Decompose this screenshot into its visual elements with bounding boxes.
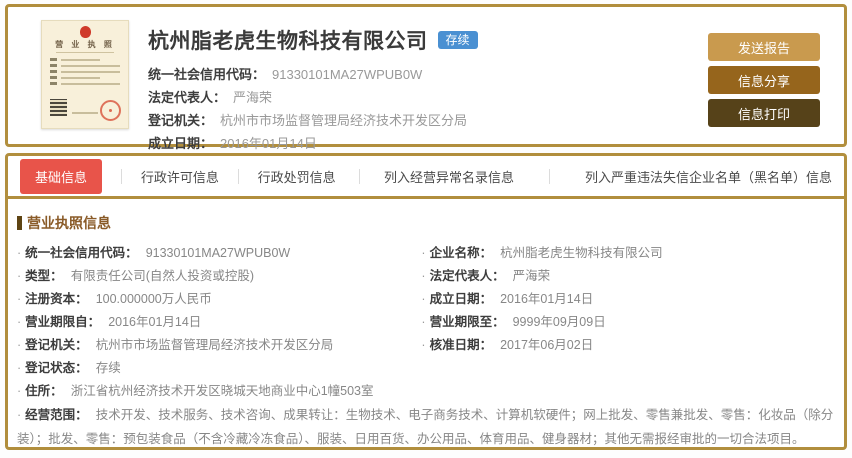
header-field-legal-rep: 法定代表人： 严海荣 xyxy=(148,90,273,105)
info-column-right: · 企业名称： 杭州脂老虎生物科技有限公司 · 法定代表人： 严海荣 · 成立日期： 201… xyxy=(421,242,834,380)
send-report-button[interactable]: 发送报告 xyxy=(708,33,820,61)
license-thumb-title: 营 业 执 照 xyxy=(55,40,115,49)
national-emblem-icon xyxy=(79,26,91,38)
company-name: 杭州脂老虎生物科技有限公司 xyxy=(148,30,428,53)
tab-serious-violation-blacklist[interactable]: 列入严重违法失信企业名单（黑名单）信息 xyxy=(585,167,832,186)
field-registered-capital: · 注册资本： 100.000000万人民币 xyxy=(17,292,212,306)
tab-bar: 基础信息 行政许可信息 行政处罚信息 列入经营异常名录信息 列入严重违法失信企业… xyxy=(8,156,844,199)
field-legal-rep: · 法定代表人： 严海荣 xyxy=(421,269,551,283)
field-term-from: · 营业期限自： 2016年01月14日 xyxy=(17,315,202,329)
field-registration-status: · 登记状态： 存续 xyxy=(17,361,121,375)
header-field-credit-code: 统一社会信用代码： 91330101MA27WPUB0W xyxy=(148,67,423,82)
company-header-card: 营 业 执 照 杭州脂老虎生物科技有限公司 存续 统一社会信用代码： 913301… xyxy=(5,4,847,151)
header-actions: 发送报告 信息分享 信息打印 xyxy=(699,7,844,132)
section-title: 营业执照信息 xyxy=(27,215,111,231)
detail-card: 基础信息 行政许可信息 行政处罚信息 列入经营异常名录信息 列入严重违法失信企业… xyxy=(5,153,847,450)
tab-administrative-license[interactable]: 行政许可信息 xyxy=(141,167,219,186)
field-establish-date: · 成立日期： 2016年01月14日 xyxy=(421,292,594,306)
section-title-bar xyxy=(17,216,22,230)
license-info-section: 营业执照信息 · 统一社会信用代码： 91330101MA27WPUB0W · 类型：… xyxy=(8,199,844,451)
tab-abnormal-operation-list[interactable]: 列入经营异常名录信息 xyxy=(384,167,514,186)
info-column-left: · 统一社会信用代码： 91330101MA27WPUB0W · 类型： 有限责任公司(… xyxy=(17,242,421,380)
qr-code-icon xyxy=(50,99,67,116)
tab-administrative-penalty[interactable]: 行政处罚信息 xyxy=(258,167,336,186)
tab-basic-info[interactable]: 基础信息 xyxy=(20,158,103,194)
company-summary: 杭州脂老虎生物科技有限公司 存续 统一社会信用代码： 91330101MA27WP… xyxy=(129,7,699,155)
header-field-registration-authority: 登记机关： 杭州市市场监督管理局经济技术开发区分局 xyxy=(148,113,468,128)
red-seal-stamp-icon xyxy=(100,100,121,121)
status-badge: 存续 xyxy=(437,31,478,49)
field-approval-date: · 核准日期： 2017年06月02日 xyxy=(421,338,594,352)
field-business-scope: · 经营范围： 技术开发、技术服务、技术咨询、成果转让：生物技术、电子商务技术、计算… xyxy=(17,408,834,446)
field-term-to: · 营业期限至： 9999年09月09日 xyxy=(421,315,606,329)
print-info-button[interactable]: 信息打印 xyxy=(708,99,820,127)
share-info-button[interactable]: 信息分享 xyxy=(708,66,820,94)
field-company-type: · 类型： 有限责任公司(自然人投资或控股) xyxy=(17,269,255,283)
field-company-name: · 企业名称： 杭州脂老虎生物科技有限公司 xyxy=(421,246,663,260)
header-field-establish-date: 成立日期： 2016年01月14日 xyxy=(148,136,317,151)
field-credit-code: · 统一社会信用代码： 91330101MA27WPUB0W xyxy=(17,246,291,260)
business-license-thumbnail: 营 业 执 照 xyxy=(41,20,129,129)
field-address: · 住所： 浙江省杭州经济技术开发区晓城天地商业中心1幢503室 xyxy=(17,384,374,398)
field-registration-authority: · 登记机关： 杭州市市场监督管理局经济技术开发区分局 xyxy=(17,338,334,352)
